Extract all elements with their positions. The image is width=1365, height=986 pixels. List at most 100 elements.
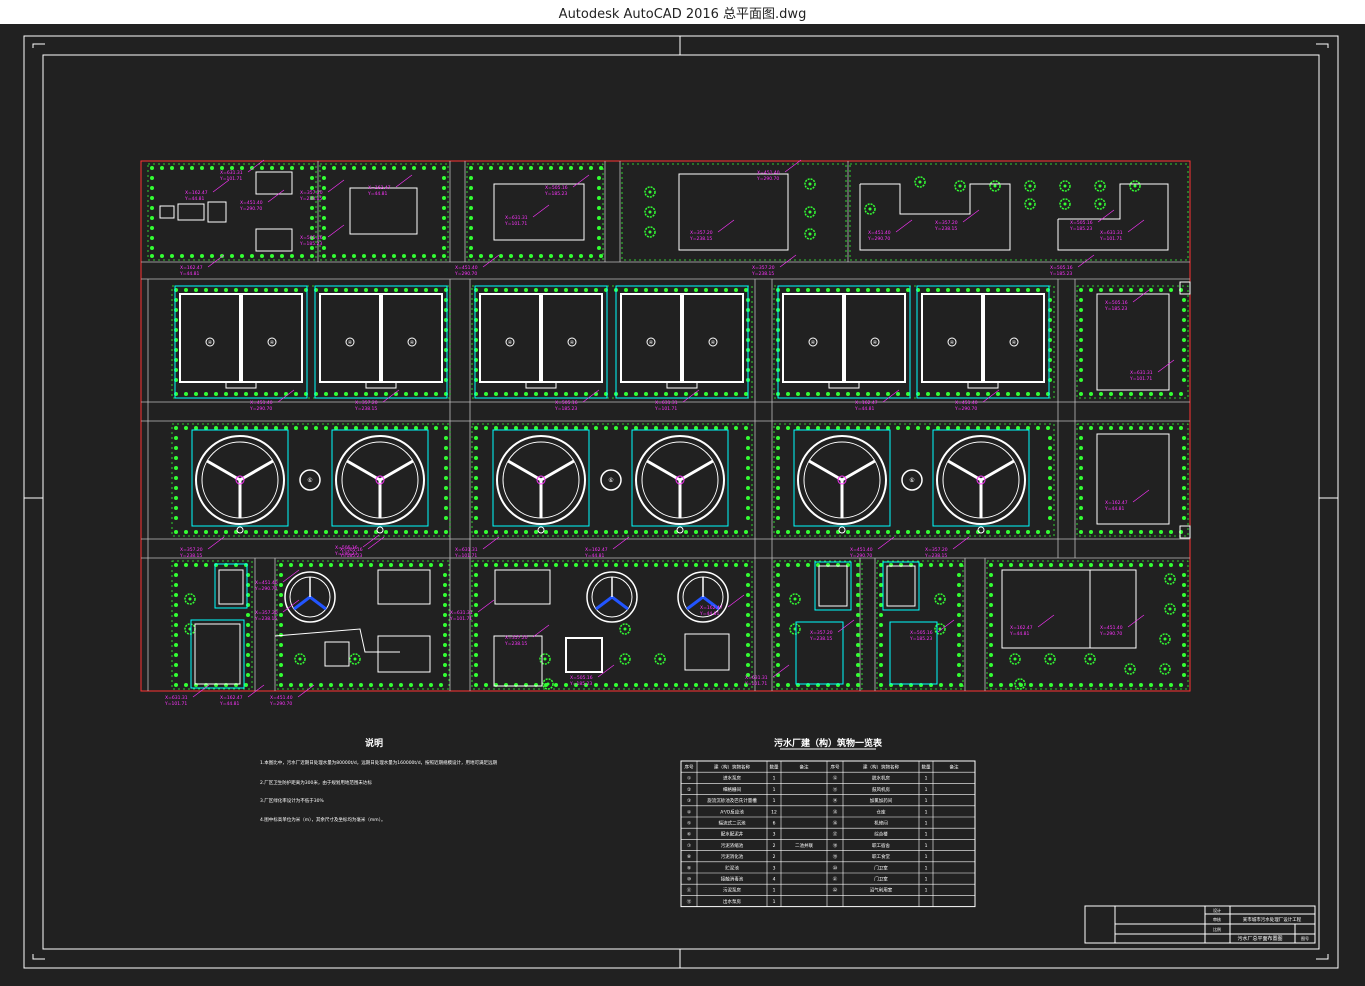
tree-icon	[704, 392, 708, 396]
coordinate-leader	[784, 159, 802, 173]
tree-icon	[936, 530, 940, 534]
tree-icon	[996, 392, 1000, 396]
tree-icon	[200, 254, 204, 258]
tree-icon	[319, 683, 323, 687]
tree-icon	[294, 288, 298, 292]
tree-icon	[776, 633, 780, 637]
tree-icon	[442, 176, 446, 180]
tree-icon	[190, 166, 194, 170]
clarifier-arm	[980, 459, 1015, 482]
a2o-number: ④	[950, 340, 955, 346]
tree-icon	[300, 166, 304, 170]
tree-icon	[936, 288, 940, 292]
tree-icon	[746, 506, 750, 510]
coordinate-y-label: Y=238.15	[934, 226, 957, 232]
coordinate-y-label: Y=185.23	[1049, 271, 1072, 277]
table-cell: 辐流式二沉池	[719, 820, 746, 827]
tree-icon	[444, 426, 448, 430]
tree-icon	[746, 486, 750, 490]
tree-icon	[776, 486, 780, 490]
tree-icon	[806, 530, 810, 534]
tree-icon	[976, 288, 980, 292]
table-cell: 1	[925, 888, 928, 894]
tree-icon	[976, 426, 980, 430]
tree-icon	[274, 426, 278, 430]
tree-icon	[474, 436, 478, 440]
tree-icon	[474, 643, 478, 647]
tree-icon	[1163, 637, 1167, 641]
tree-icon	[319, 563, 323, 567]
table-cell: ⑳	[833, 864, 838, 871]
table-cell: 1	[925, 787, 928, 793]
coordinate-x-label: X=631.31	[220, 170, 243, 176]
tree-icon	[836, 426, 840, 430]
tree-icon	[956, 426, 960, 430]
tree-icon	[1039, 683, 1043, 687]
tree-icon	[1036, 288, 1040, 292]
tree-icon	[1079, 392, 1083, 396]
tree-icon	[1168, 577, 1172, 581]
tree-icon	[442, 166, 446, 170]
tree-icon	[474, 623, 478, 627]
tree-icon	[1139, 530, 1143, 534]
tree-icon	[564, 426, 568, 430]
tree-icon	[1179, 426, 1183, 430]
tree-icon	[1059, 683, 1063, 687]
tree-icon	[310, 186, 314, 190]
tree-icon	[1109, 288, 1113, 292]
table-cell: ⑯	[833, 820, 838, 827]
tree-icon	[442, 186, 446, 190]
coordinate-y-label: Y=44.81	[584, 553, 605, 559]
tree-icon	[559, 254, 563, 258]
tree-icon	[174, 530, 178, 534]
tree-icon	[429, 563, 433, 567]
tree-icon	[957, 623, 961, 627]
coordinate-leader	[277, 389, 295, 403]
tree-icon	[966, 288, 970, 292]
tree-icon	[1089, 288, 1093, 292]
tree-icon	[404, 530, 408, 534]
tree-icon	[579, 254, 583, 258]
tree-icon	[856, 663, 860, 667]
tree-icon	[469, 226, 473, 230]
tree-icon	[174, 506, 178, 510]
tree-icon	[856, 573, 860, 577]
tree-icon	[674, 426, 678, 430]
tree-icon	[339, 683, 343, 687]
tree-icon	[432, 254, 436, 258]
tree-icon	[989, 603, 993, 607]
tree-icon	[374, 288, 378, 292]
coordinate-leader	[327, 179, 345, 193]
coordinate-leader	[1077, 254, 1095, 268]
coordinate-y-label: Y=185.23	[909, 636, 932, 642]
tree-icon	[324, 530, 328, 534]
tree-icon	[1079, 446, 1083, 450]
tree-icon	[554, 392, 558, 396]
tree-icon	[300, 254, 304, 258]
tree-icon	[746, 446, 750, 450]
tree-icon	[664, 288, 668, 292]
a2o-number: ④	[508, 340, 513, 346]
tree-icon	[1079, 298, 1083, 302]
tree-icon	[379, 563, 383, 567]
tree-icon	[876, 530, 880, 534]
tree-icon	[959, 563, 963, 567]
drawing-canvas[interactable]: ④④④④④④④④④④④④ ⑥⑥⑥ X=451.40 Y=290.70 X=357…	[0, 24, 1365, 982]
tree-icon	[876, 288, 880, 292]
coordinate-leader	[395, 174, 413, 188]
tree-icon	[1036, 530, 1040, 534]
tree-icon	[776, 496, 780, 500]
table-cell: 鼓风机房	[872, 786, 890, 793]
tree-icon	[364, 288, 368, 292]
tree-icon	[796, 530, 800, 534]
tree-icon	[443, 633, 447, 637]
tree-icon	[174, 613, 178, 617]
tree-icon	[564, 288, 568, 292]
tree-icon	[1159, 563, 1163, 567]
table-cell: ⑪	[687, 887, 692, 894]
tree-icon	[614, 426, 618, 430]
tree-icon	[422, 166, 426, 170]
tree-icon	[504, 392, 508, 396]
tree-icon	[443, 603, 447, 607]
tree-icon	[989, 623, 993, 627]
